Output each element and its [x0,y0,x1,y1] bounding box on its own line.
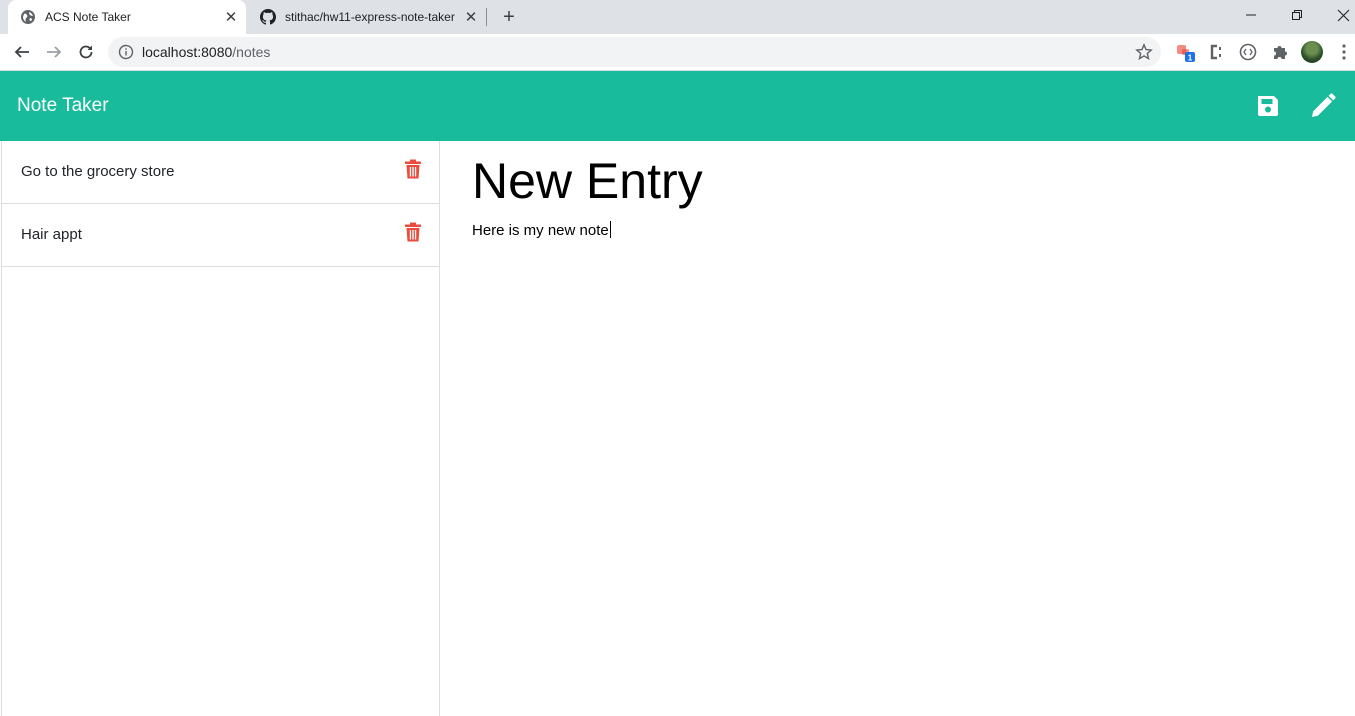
app-navbar: Note Taker [0,71,1355,141]
browser-toolbar: localhost:8080/notes 1 [0,34,1355,71]
note-body-text: Here is my new note [472,222,609,239]
url-text: localhost:8080/notes [142,44,270,60]
globe-icon [20,9,36,25]
close-icon[interactable]: ✕ [222,8,240,26]
extension-badge-icon[interactable]: 1 [1175,41,1197,63]
note-editor: New Entry Here is my new note [440,141,1355,716]
note-title-input[interactable]: New Entry [472,151,703,211]
svg-text:1: 1 [1188,54,1193,63]
tab-title: ACS Note Taker [45,10,131,24]
info-icon[interactable] [118,44,134,60]
menu-kebab-icon[interactable] [1333,41,1355,63]
notes-list: Go to the grocery store Hair appt [1,141,440,716]
puzzle-icon[interactable] [1269,41,1291,63]
close-icon[interactable]: ✕ [462,8,480,26]
list-item[interactable]: Go to the grocery store [2,141,439,204]
minimize-icon[interactable] [1228,0,1274,30]
note-text-area[interactable]: Here is my new note [472,221,611,239]
css-extension-icon[interactable] [1205,41,1227,63]
bookmark-star-icon[interactable] [1135,43,1153,61]
note-title[interactable]: Hair appt [21,226,82,243]
back-arrow-icon[interactable] [8,38,36,66]
browser-tab-inactive[interactable]: stithac/hw11-express-note-taker ✕ [248,0,486,34]
address-bar[interactable]: localhost:8080/notes [108,37,1161,67]
browser-tab-active[interactable]: ACS Note Taker ✕ [8,0,246,34]
github-icon [260,9,276,25]
reload-icon[interactable] [72,38,100,66]
devtools-extension-icon[interactable] [1237,41,1259,63]
window-close-icon[interactable] [1320,0,1355,30]
app-title[interactable]: Note Taker [17,95,109,117]
profile-avatar[interactable] [1301,41,1323,63]
tab-separator [486,8,487,26]
restore-icon[interactable] [1274,0,1320,30]
trash-icon[interactable] [404,222,422,242]
save-icon[interactable] [1255,93,1281,119]
pencil-icon[interactable] [1310,93,1336,119]
list-item[interactable]: Hair appt [2,204,439,267]
new-tab-icon[interactable]: + [497,5,521,29]
tab-title: stithac/hw11-express-note-taker [285,10,455,24]
note-title[interactable]: Go to the grocery store [21,163,174,180]
url-path: /notes [232,44,271,60]
browser-tab-strip: ACS Note Taker ✕ stithac/hw11-express-no… [0,0,1355,34]
url-host: localhost:8080 [142,44,233,60]
forward-arrow-icon[interactable] [40,38,68,66]
text-caret [609,221,611,238]
trash-icon[interactable] [404,159,422,179]
